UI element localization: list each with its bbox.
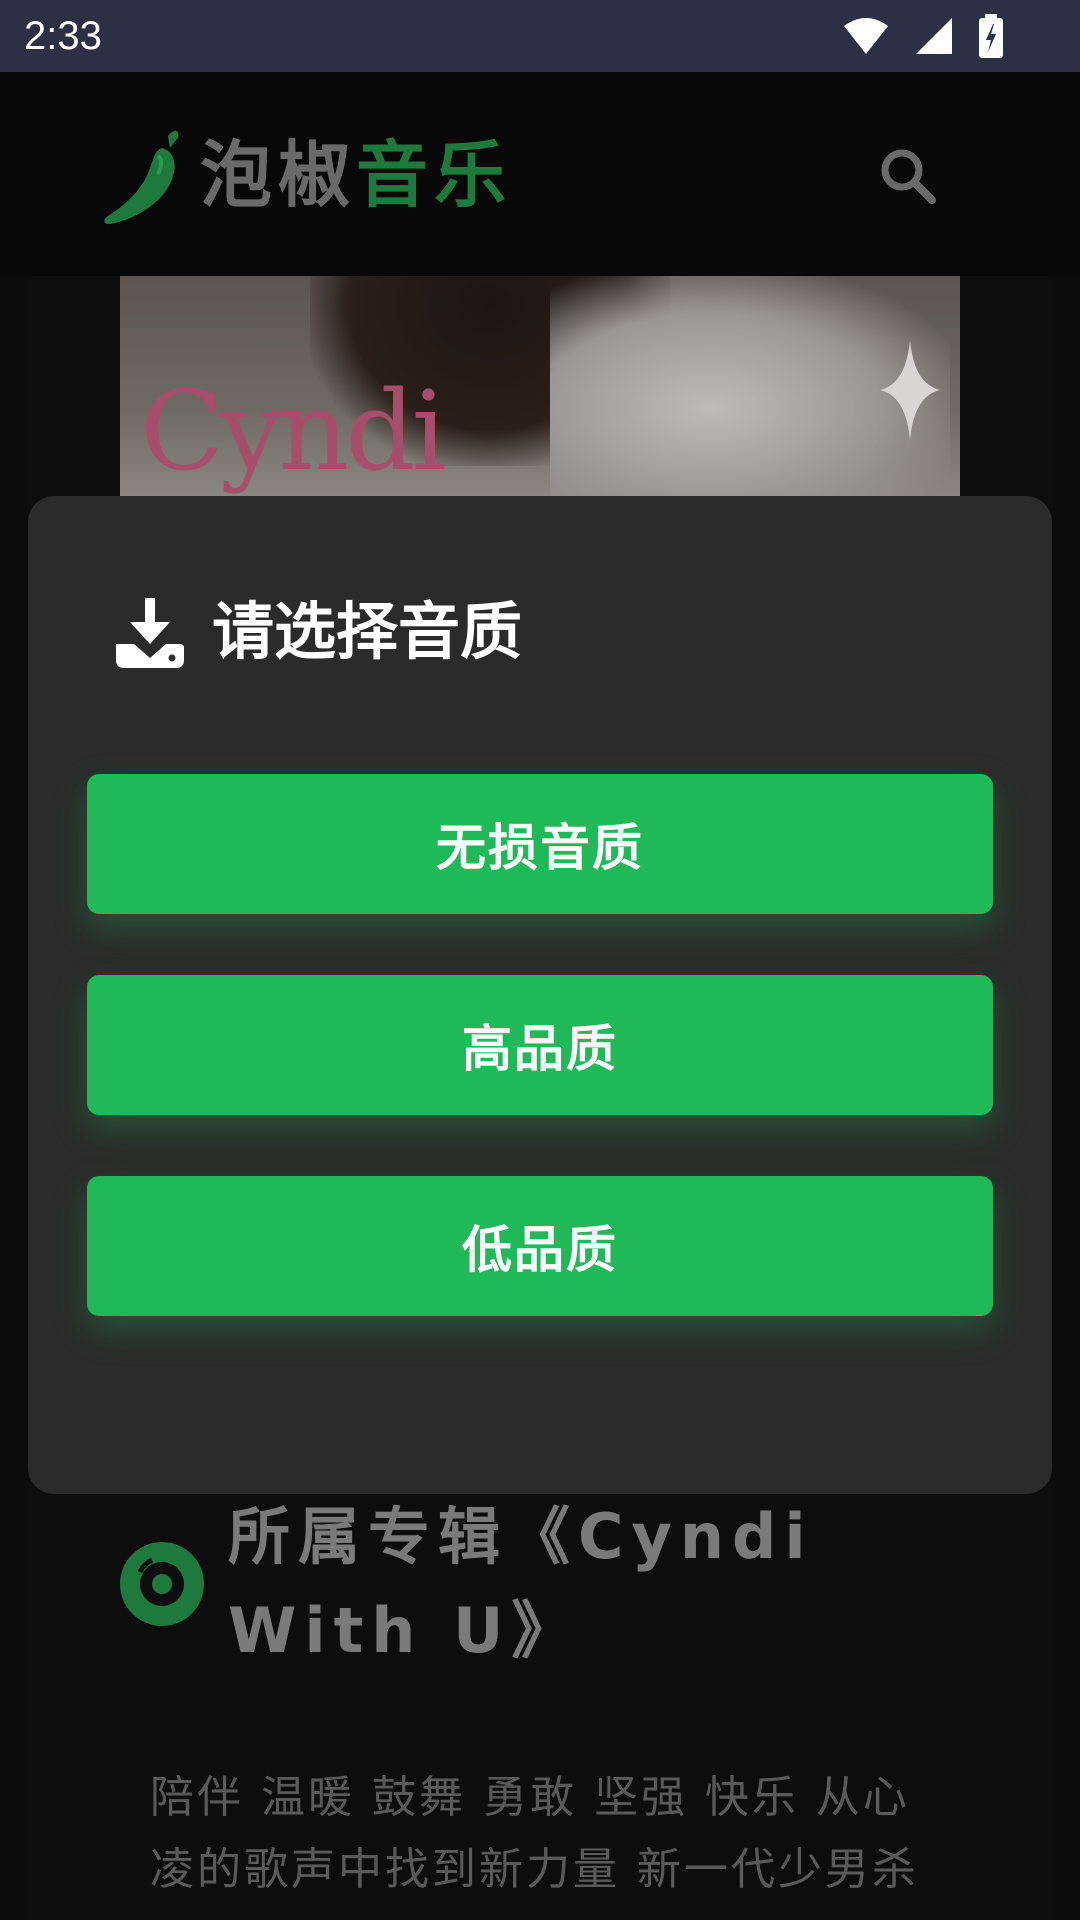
battery-charging-icon — [979, 14, 1003, 58]
status-time: 2:33 — [24, 14, 102, 58]
album-title: 所属专辑《Cyndi With U》 — [228, 1500, 814, 1667]
sparkle-icon — [880, 340, 940, 440]
cell-signal-icon — [916, 18, 952, 54]
logo-text-part1: 泡椒 — [200, 133, 357, 217]
logo-text-part2: 音乐 — [356, 133, 513, 217]
chili-pepper-icon — [104, 130, 179, 225]
search-icon[interactable] — [878, 146, 938, 206]
low-quality-button[interactable]: 低品质 — [87, 1176, 993, 1316]
disc-icon — [120, 1542, 204, 1626]
high-quality-button[interactable]: 高品质 — [87, 975, 993, 1115]
lossless-quality-button[interactable]: 无损音质 — [87, 774, 993, 914]
download-icon — [116, 598, 184, 668]
quality-select-dialog: 请选择音质 无损音质 高品质 低品质 — [28, 496, 1052, 1494]
app-header: 泡椒音乐 — [0, 72, 1080, 276]
status-icons — [842, 14, 1004, 58]
app-logo[interactable]: 泡椒音乐 — [200, 130, 512, 220]
wifi-icon — [844, 18, 888, 54]
status-bar: 2:33 — [0, 0, 1080, 72]
album-cover-image: Cyndi — [120, 276, 960, 496]
album-description: 陪伴 温暖 鼓舞 勇敢 坚强 快乐 从心凌的歌声中找到新力量 新一代少男杀 — [150, 1772, 919, 1895]
cover-title: Cyndi — [140, 367, 447, 495]
dialog-title: 请选择音质 — [212, 595, 523, 668]
